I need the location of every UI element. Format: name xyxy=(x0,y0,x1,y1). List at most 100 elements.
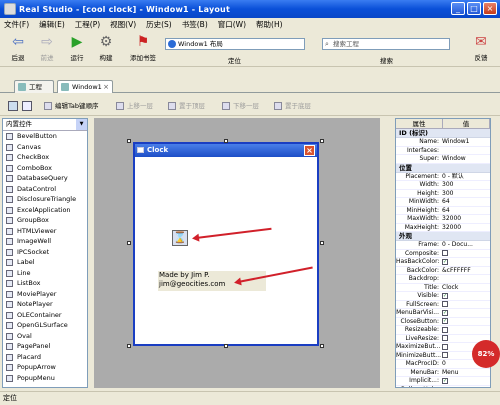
property-value[interactable]: 300 xyxy=(442,181,490,189)
edit-tab-order-button[interactable]: 编辑Tab键顺序 xyxy=(44,100,99,112)
control-item[interactable]: PopupArrow xyxy=(3,362,87,373)
forward-one-button[interactable]: 上移一层 xyxy=(116,100,153,112)
search-input[interactable]: ⌕ 搜索工程 xyxy=(322,38,450,50)
control-item[interactable]: OpenGLSurface xyxy=(3,320,87,331)
resize-handle[interactable] xyxy=(127,241,131,245)
menu-history[interactable]: 历史(S) xyxy=(146,19,172,30)
made-by-label[interactable]: Made by Jim P. jim@geocities.com xyxy=(158,271,266,291)
resize-handle[interactable] xyxy=(224,139,228,143)
control-item[interactable]: ComboBox xyxy=(3,163,87,174)
property-value[interactable]: 64 xyxy=(442,207,490,215)
property-row[interactable]: MenuBar: Menu xyxy=(396,369,490,377)
property-row[interactable]: BalloonHelp: xyxy=(396,386,490,388)
property-value[interactable]: ✓ xyxy=(442,309,490,317)
control-item[interactable]: Label xyxy=(3,257,87,268)
menu-file[interactable]: 文件(F) xyxy=(4,19,29,30)
tab-close-icon[interactable]: × xyxy=(103,81,109,93)
property-value[interactable]: Clock xyxy=(442,284,490,292)
control-item[interactable]: ImageWell xyxy=(3,236,87,247)
property-row[interactable]: Backdrop: xyxy=(396,275,490,284)
property-row[interactable]: Visible: ✓ xyxy=(396,292,490,301)
clock-window[interactable]: Clock × xyxy=(133,142,319,346)
control-item[interactable]: ExcelApplication xyxy=(3,205,87,216)
tab-window1[interactable]: Window1 × xyxy=(57,80,113,93)
checkbox-unchecked[interactable] xyxy=(442,343,448,350)
location-field[interactable]: Window1 布局 xyxy=(165,38,305,50)
checkbox-checked[interactable]: ✓ xyxy=(442,258,448,265)
menu-window[interactable]: 窗口(W) xyxy=(218,19,246,30)
property-row[interactable]: Composite: xyxy=(396,250,490,258)
bring-front-button[interactable]: 置于顶层 xyxy=(168,100,205,112)
control-item[interactable]: DataControl xyxy=(3,184,87,195)
maximize-button[interactable]: □ xyxy=(467,2,481,15)
property-row[interactable]: Placement: 0 - 默认 xyxy=(396,173,490,181)
property-value[interactable]: 300 xyxy=(442,190,490,198)
resize-handle[interactable] xyxy=(224,344,228,348)
property-value[interactable]: ✓ xyxy=(442,258,490,266)
checkbox-unchecked[interactable] xyxy=(442,335,448,341)
code-view-icon[interactable] xyxy=(22,101,32,111)
property-value[interactable]: ✓ xyxy=(442,292,490,300)
resize-handle[interactable] xyxy=(320,139,324,143)
property-row[interactable]: HasBackColor: ✓ xyxy=(396,258,490,267)
checkbox-checked[interactable]: ✓ xyxy=(442,292,448,299)
close-button[interactable]: × xyxy=(483,2,497,15)
backward-one-button[interactable]: 下移一层 xyxy=(222,100,259,112)
control-item[interactable]: CheckBox xyxy=(3,152,87,163)
property-row[interactable]: Frame: 0 - Docu... xyxy=(396,241,490,250)
property-value[interactable]: Window1 xyxy=(442,138,490,146)
property-value[interactable]: Menu xyxy=(442,369,490,377)
property-value[interactable]: 64 xyxy=(442,198,490,206)
control-item[interactable]: MoviePlayer xyxy=(3,289,87,300)
control-item[interactable]: NotePlayer xyxy=(3,299,87,310)
chevron-down-icon[interactable]: ▼ xyxy=(76,119,87,130)
property-value[interactable]: 32000 xyxy=(442,224,490,232)
checkbox-unchecked[interactable] xyxy=(442,326,448,333)
control-item[interactable]: ListBox xyxy=(3,278,87,289)
menu-project[interactable]: 工程(P) xyxy=(75,19,100,30)
resize-handle[interactable] xyxy=(127,344,131,348)
checkbox-unchecked[interactable] xyxy=(442,301,448,307)
property-value[interactable]: 0 - 默认 xyxy=(442,173,490,181)
control-item[interactable]: PopupMenu xyxy=(3,373,87,384)
property-row[interactable]: MaxWidth: 32000 xyxy=(396,215,490,224)
property-row[interactable]: MinWidth: 64 xyxy=(396,198,490,207)
minimize-button[interactable]: _ xyxy=(451,2,465,15)
resize-handle[interactable] xyxy=(320,241,324,245)
build-button[interactable]: ⚙ 构建 xyxy=(91,34,121,62)
checkbox-checked[interactable]: ✓ xyxy=(442,309,448,316)
menu-help[interactable]: 帮助(H) xyxy=(256,19,283,30)
property-value[interactable] xyxy=(442,147,490,155)
menu-view[interactable]: 视图(V) xyxy=(110,19,136,30)
property-value[interactable]: 0 - Docu... xyxy=(442,241,490,249)
add-bookmark-button[interactable]: ⚑ 添加书签 xyxy=(125,34,161,62)
menu-edit[interactable]: 编辑(E) xyxy=(39,19,65,30)
control-item[interactable]: Canvas xyxy=(3,142,87,153)
property-row[interactable]: LiveResize: xyxy=(396,335,490,343)
property-value[interactable]: Window xyxy=(442,155,490,163)
property-row[interactable]: BackColor: &cFFFFFF xyxy=(396,267,490,275)
property-row[interactable]: Title: Clock xyxy=(396,284,490,292)
property-group-header[interactable]: 位置 xyxy=(396,163,490,173)
property-row[interactable]: Super: Window xyxy=(396,155,490,164)
property-value[interactable] xyxy=(442,326,490,334)
control-item[interactable]: PagePanel xyxy=(3,341,87,352)
tab-project[interactable]: 工程 xyxy=(14,80,54,93)
property-row[interactable]: MinHeight: 64 xyxy=(396,207,490,215)
checkbox-unchecked[interactable] xyxy=(442,250,448,256)
property-row[interactable]: Implicit...: ✓ xyxy=(396,377,490,386)
send-back-button[interactable]: 置于底层 xyxy=(274,100,311,112)
property-value[interactable]: 32000 xyxy=(442,215,490,223)
property-value[interactable] xyxy=(442,250,490,258)
run-button[interactable]: ▶ 运行 xyxy=(62,34,92,62)
control-item[interactable]: GroupBox xyxy=(3,215,87,226)
checkbox-checked[interactable]: ✓ xyxy=(442,318,448,324)
property-value[interactable] xyxy=(442,301,490,309)
property-row[interactable]: Resizeable: xyxy=(396,326,490,335)
property-row[interactable]: MaxHeight: 32000 xyxy=(396,224,490,232)
property-row[interactable]: FullScreen: xyxy=(396,301,490,309)
control-item[interactable]: HTMLViewer xyxy=(3,226,87,237)
checkbox-unchecked[interactable] xyxy=(442,352,448,358)
back-button[interactable]: ⇦ 后退 xyxy=(3,34,33,62)
resize-handle[interactable] xyxy=(127,139,131,143)
